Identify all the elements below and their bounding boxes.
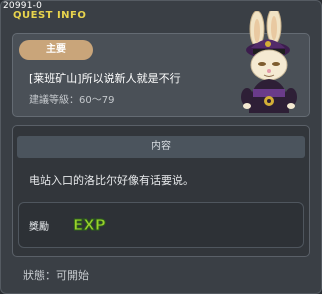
recommended-level: 建議等級：60～79: [29, 95, 115, 106]
window-title: QUEST INFO: [13, 10, 87, 21]
reward-panel: 獎勵 EXP: [18, 202, 304, 248]
quest-description: 电站入口的洛比尔好像有话要说。: [29, 174, 194, 187]
quest-status: 狀態：可開始: [23, 269, 89, 282]
npc-rabbit-portrait: [241, 11, 297, 113]
quest-type-badge: 主要: [19, 40, 93, 60]
quest-body-panel: 内容 电站入口的洛比尔好像有话要说。 獎勵 EXP: [12, 125, 310, 257]
reward-label: 獎勵: [29, 222, 49, 233]
quest-name: [莱班矿山]所以说新人就是不行: [29, 72, 181, 85]
quest-info-window: 20991-0 QUEST INFO 主要 [莱班矿山]所以说新人就是不行 建議…: [0, 0, 322, 294]
svg-text:EXP: EXP: [73, 216, 106, 234]
content-header: 内容: [17, 136, 305, 158]
exp-icon: EXP: [73, 216, 107, 235]
